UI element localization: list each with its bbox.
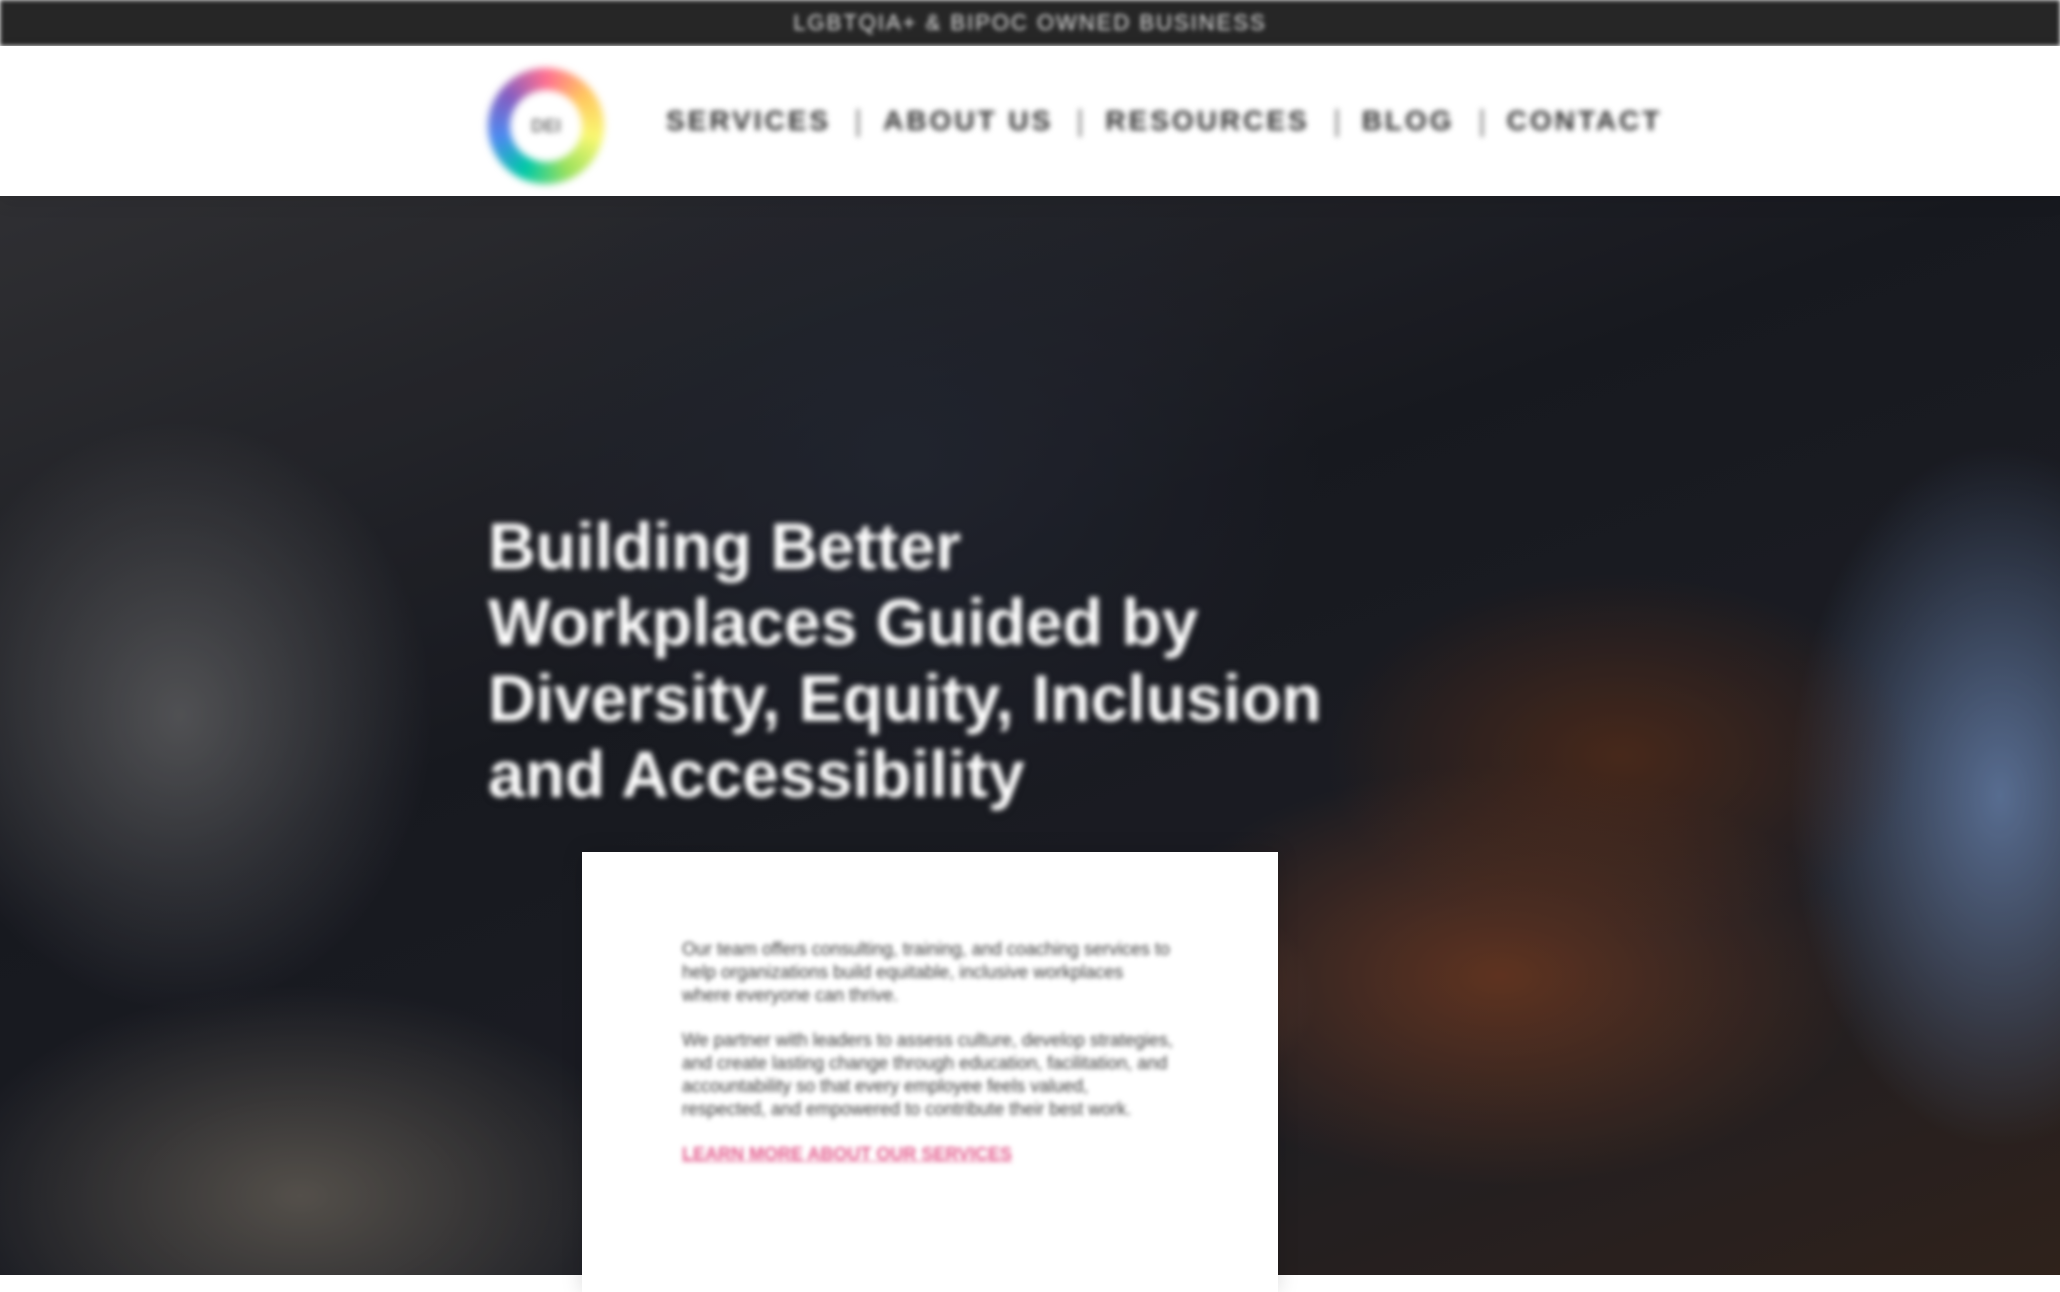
nav-item-services[interactable]: SERVICES: [640, 105, 857, 137]
nav-item-about[interactable]: ABOUT US: [857, 105, 1079, 137]
learn-more-link[interactable]: LEARN MORE ABOUT OUR SERVICES: [682, 1143, 1174, 1166]
logo-label[interactable]: DEI: [488, 68, 604, 184]
intro-paragraph-2: We partner with leaders to assess cultur…: [682, 1030, 1173, 1119]
hero-title: Building Better Workplaces Guided by Div…: [488, 509, 1322, 811]
announcement-bar: LGBTQIA+ & BIPOC OWNED BUSINESS: [0, 0, 2060, 46]
announcement-text: LGBTQIA+ & BIPOC OWNED BUSINESS: [793, 10, 1267, 35]
nav-item-resources[interactable]: RESOURCES: [1079, 105, 1335, 137]
main-nav: SERVICES ABOUT US RESOURCES BLOG CONTACT: [640, 46, 1688, 196]
site-header: DEI SERVICES ABOUT US RESOURCES BLOG CON…: [0, 46, 2060, 196]
intro-paragraph: Our team offers consulting, training, an…: [682, 939, 1170, 1005]
nav-item-contact[interactable]: CONTACT: [1480, 105, 1689, 137]
nav-item-blog[interactable]: BLOG: [1335, 105, 1481, 137]
intro-card: Our team offers consulting, training, an…: [582, 852, 1278, 1292]
